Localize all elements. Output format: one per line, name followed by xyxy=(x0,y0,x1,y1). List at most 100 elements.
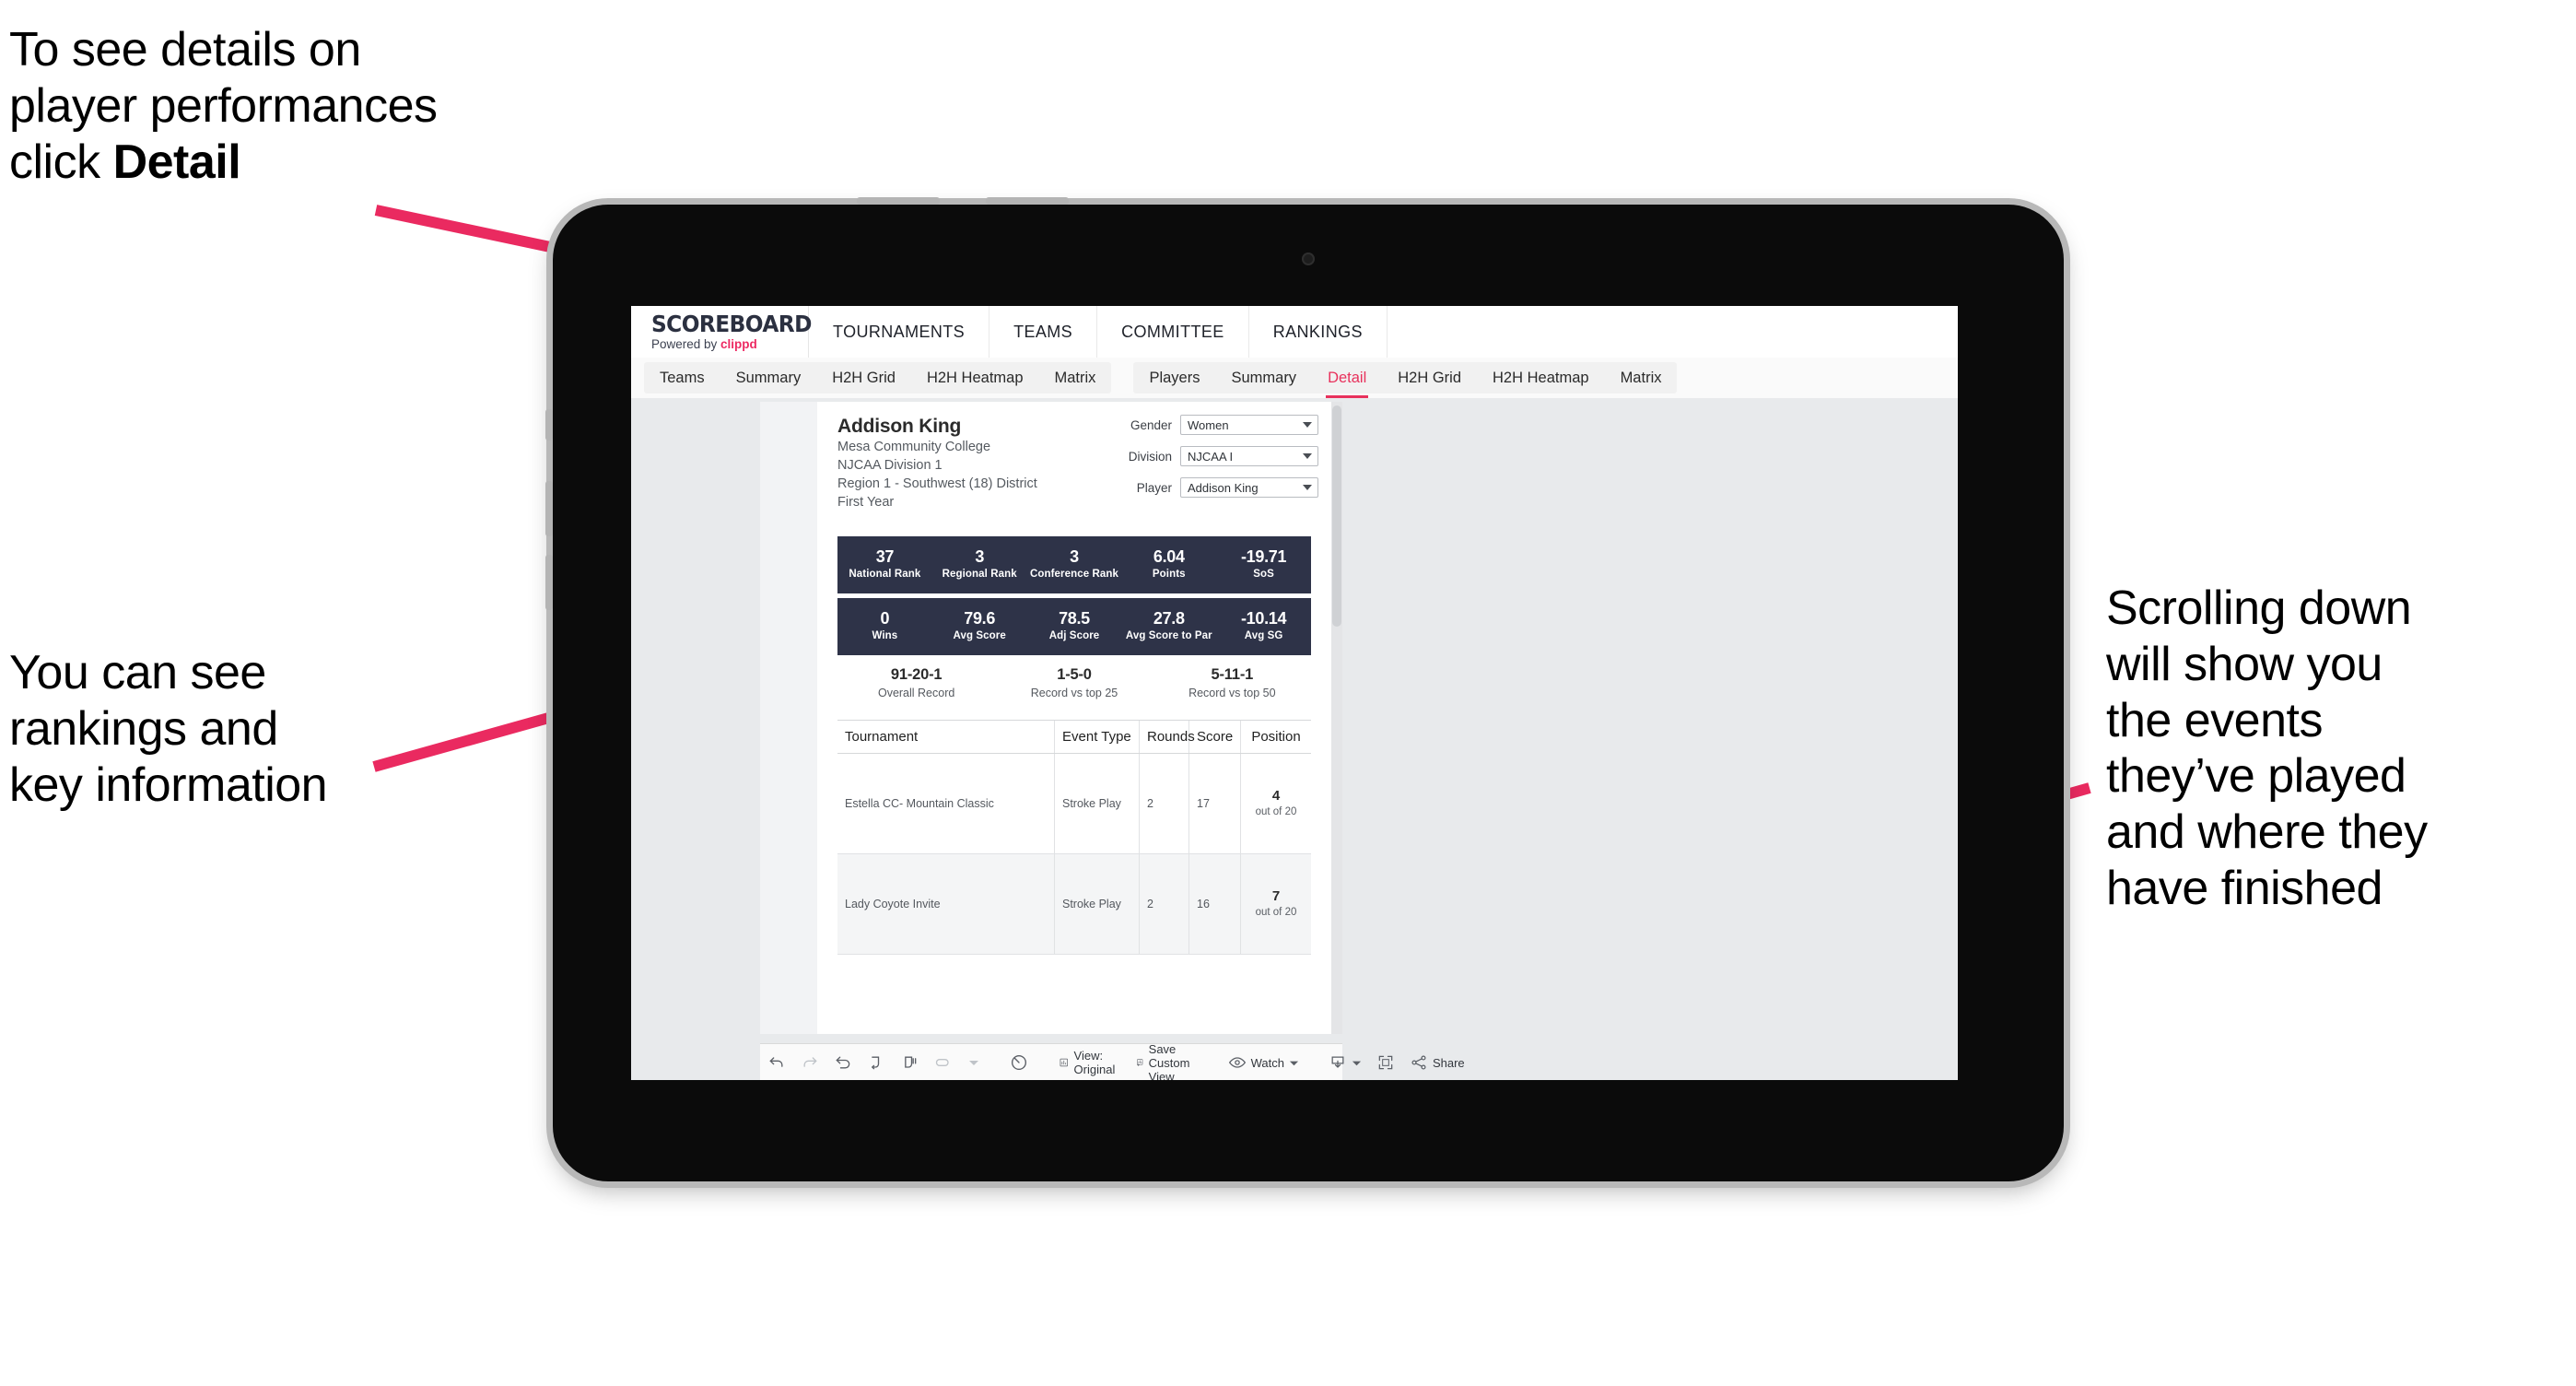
stat-wins-value: 0 xyxy=(880,608,890,628)
table-row[interactable]: Lady Coyote Invite Stroke Play 2 16 7 ou… xyxy=(837,854,1311,955)
table-row[interactable]: Estella CC- Mountain Classic Stroke Play… xyxy=(837,754,1311,854)
tab-teams-matrix[interactable]: Matrix xyxy=(1039,362,1112,393)
record-top25-value: 1-5-0 xyxy=(1057,666,1092,683)
cell-event-type: Stroke Play xyxy=(1055,754,1140,853)
share-button[interactable]: Share xyxy=(1402,1044,1472,1080)
player-school: Mesa Community College xyxy=(837,440,991,455)
record-top50-label: Record vs top 50 xyxy=(1188,686,1276,699)
record-top25-label: Record vs top 25 xyxy=(1030,686,1118,699)
undo-icon[interactable] xyxy=(760,1044,793,1080)
tab-players-matrix[interactable]: Matrix xyxy=(1605,362,1678,393)
record-top50: 5-11-1 Record vs top 50 xyxy=(1153,665,1311,701)
brand-subtitle: Powered by clippd xyxy=(651,338,808,351)
record-top25: 1-5-0 Record vs top 25 xyxy=(995,665,1153,701)
stat-avg-sg-value: -10.14 xyxy=(1240,608,1287,628)
stats-row-rankings: 37 National Rank 3 Regional Rank 3 Confe… xyxy=(837,536,1311,593)
stat-points-value: 6.04 xyxy=(1153,546,1185,566)
brand-title: SCOREBOARD xyxy=(651,311,812,338)
callout-detail-bold: Detail xyxy=(112,135,241,189)
tab-teams-summary[interactable]: Summary xyxy=(720,362,817,393)
view-original-button[interactable]: View: Original xyxy=(1051,1044,1129,1080)
stat-avg-score-to-par-value: 27.8 xyxy=(1153,608,1185,628)
app-top-bar: SCOREBOARD Powered by clippd TOURNAMENTS… xyxy=(631,306,1958,358)
app-sub-nav: Teams Summary H2H Grid H2H Heatmap Matri… xyxy=(631,358,1958,399)
player-dropdown[interactable]: Addison King xyxy=(1180,477,1318,498)
col-header-position[interactable]: Position xyxy=(1241,721,1311,753)
gender-dropdown[interactable]: Women xyxy=(1180,415,1318,435)
power-button[interactable] xyxy=(545,409,553,440)
tab-teams-h2h-grid[interactable]: H2H Grid xyxy=(816,362,911,393)
tab-players-summary[interactable]: Summary xyxy=(1215,362,1312,393)
download-icon[interactable] xyxy=(1321,1044,1369,1080)
col-header-tournament[interactable]: Tournament xyxy=(837,721,1055,753)
filter-pill-icon[interactable] xyxy=(926,1044,961,1080)
col-header-event-type[interactable]: Event Type xyxy=(1055,721,1140,753)
players-tab-group: Players Summary Detail H2H Grid H2H Heat… xyxy=(1133,362,1678,398)
cell-position-out-of: out of 20 xyxy=(1255,805,1297,817)
top-antenna-band xyxy=(857,197,940,205)
nav-committee[interactable]: COMMITTEE xyxy=(1097,306,1249,358)
filter-panel: Gender Women Division NJCAA I Player Add… xyxy=(1097,415,1318,509)
cell-position: 4 out of 20 xyxy=(1241,754,1311,853)
tab-teams-h2h-heatmap[interactable]: H2H Heatmap xyxy=(911,362,1039,393)
stat-adj-score-value: 78.5 xyxy=(1059,608,1090,628)
player-header: Addison King Mesa Community College NJCA… xyxy=(837,415,1037,512)
gender-dropdown-value: Women xyxy=(1188,417,1229,432)
brand-clippd-name: clippd xyxy=(720,337,757,352)
division-dropdown[interactable]: NJCAA I xyxy=(1180,446,1318,466)
fullscreen-icon[interactable] xyxy=(1369,1044,1402,1080)
redo-icon[interactable] xyxy=(793,1044,826,1080)
filter-row-gender: Gender Women xyxy=(1097,415,1318,435)
brand-logo[interactable]: SCOREBOARD Powered by clippd xyxy=(631,306,812,358)
stat-conference-rank-value: 3 xyxy=(1070,546,1079,566)
stat-adj-score: 78.5 Adj Score xyxy=(1027,609,1122,645)
refresh-data-icon[interactable] xyxy=(860,1044,893,1080)
nav-teams[interactable]: TEAMS xyxy=(989,306,1098,358)
volume-down-button[interactable] xyxy=(545,555,553,610)
table-header-row: Tournament Event Type Rounds Score Posit… xyxy=(837,720,1311,754)
chevron-down-icon xyxy=(1303,422,1312,428)
tab-players-h2h-grid[interactable]: H2H Grid xyxy=(1382,362,1477,393)
nav-rankings[interactable]: RANKINGS xyxy=(1249,306,1388,358)
stat-points-label: Points xyxy=(1152,569,1186,581)
tab-teams[interactable]: Teams xyxy=(644,362,720,393)
stat-avg-score-value: 79.6 xyxy=(964,608,996,628)
stats-row-performance: 0 Wins 79.6 Avg Score 78.5 Adj Score 27.… xyxy=(837,598,1311,655)
cell-event-type: Stroke Play xyxy=(1055,854,1140,954)
record-overall-value: 91-20-1 xyxy=(890,666,943,683)
stat-national-rank-value: 37 xyxy=(875,546,895,566)
nav-tournaments[interactable]: TOURNAMENTS xyxy=(809,306,990,358)
stat-sos: -19.71 SoS xyxy=(1216,547,1311,583)
stat-avg-score: 79.6 Avg Score xyxy=(932,609,1027,645)
tab-players-detail[interactable]: Detail xyxy=(1312,362,1382,398)
col-header-rounds[interactable]: Rounds xyxy=(1140,721,1195,753)
stat-avg-score-to-par: 27.8 Avg Score to Par xyxy=(1121,609,1216,645)
filter-row-player: Player Addison King xyxy=(1097,477,1318,498)
pause-auto-update-icon[interactable] xyxy=(1001,1044,1036,1080)
tablet-device: SCOREBOARD Powered by clippd TOURNAMENTS… xyxy=(545,197,2064,1181)
worksheet-scrollbar-thumb[interactable] xyxy=(1332,405,1341,627)
pause-data-icon[interactable] xyxy=(893,1044,926,1080)
brand-powered-prefix: Powered by xyxy=(651,337,721,352)
save-custom-view-label: Save Custom View xyxy=(1148,1041,1190,1081)
col-header-score[interactable]: Score xyxy=(1189,721,1241,753)
stat-conference-rank: 3 Conference Rank xyxy=(1027,547,1122,583)
player-class-year: First Year xyxy=(837,494,895,510)
tab-players[interactable]: Players xyxy=(1133,362,1215,393)
player-name: Addison King xyxy=(837,416,962,437)
player-region: Region 1 - Southwest (18) District xyxy=(837,476,1037,491)
chevron-down-icon[interactable] xyxy=(961,1044,987,1080)
tablet-screen: SCOREBOARD Powered by clippd TOURNAMENTS… xyxy=(631,306,1958,1080)
volume-up-button[interactable] xyxy=(545,481,553,536)
cell-score: 16 xyxy=(1189,854,1241,954)
watch-button[interactable]: Watch xyxy=(1221,1044,1306,1080)
revert-icon[interactable] xyxy=(826,1044,860,1080)
cell-score: 17 xyxy=(1189,754,1241,853)
filter-label-division: Division xyxy=(1128,449,1172,464)
cell-position-out-of: out of 20 xyxy=(1255,906,1297,918)
save-custom-view-button[interactable]: Save Custom View xyxy=(1129,1041,1206,1081)
player-division: NJCAA Division 1 xyxy=(837,458,943,474)
tab-players-h2h-heatmap[interactable]: H2H Heatmap xyxy=(1477,362,1605,393)
records-row: 91-20-1 Overall Record 1-5-0 Record vs t… xyxy=(837,665,1311,701)
stat-regional-rank-value: 3 xyxy=(975,546,985,566)
